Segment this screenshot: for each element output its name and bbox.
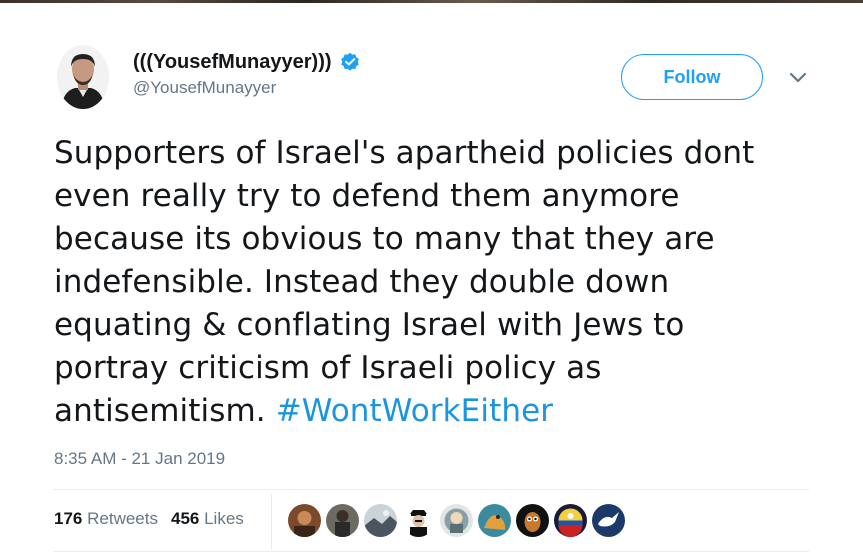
liker-avatar[interactable] — [478, 504, 511, 537]
tweet-text-line: because its obvious to many that they ar… — [54, 221, 715, 257]
tweet-text-line: portray criticism of Israeli policy as — [54, 350, 602, 386]
tweet-text-line: Supporters of Israel's apartheid policie… — [54, 135, 755, 171]
tweet-text: Supporters of Israel's apartheid policie… — [54, 132, 844, 433]
follow-button[interactable]: Follow — [621, 54, 763, 100]
verified-badge-icon — [340, 52, 360, 72]
display-name-text: (((YousefMunayyer))) — [133, 51, 332, 73]
liker-avatar[interactable] — [592, 504, 625, 537]
likes-count: 456 — [170, 509, 200, 528]
hashtag-link[interactable]: #WontWorkEither — [276, 393, 553, 429]
liker-avatar[interactable] — [364, 504, 397, 537]
likes-stat[interactable]: 456 Likes — [171, 509, 244, 529]
liker-avatar[interactable] — [326, 504, 359, 537]
retweets-label: Retweets — [87, 509, 158, 528]
divider — [54, 489, 809, 490]
tweet-text-line: indefensible. Instead they double down — [54, 264, 670, 300]
tweet-text-line-end: antisemitism. — [54, 393, 266, 429]
liker-avatar[interactable] — [288, 504, 321, 537]
top-image-strip — [0, 0, 863, 3]
tweet-text-line: even really try to defend them anymore — [54, 178, 680, 214]
author-avatar[interactable] — [57, 45, 109, 109]
liker-avatars — [288, 504, 625, 537]
liker-avatar[interactable] — [402, 504, 435, 537]
divider — [271, 494, 272, 550]
author-display-name[interactable]: (((YousefMunayyer))) — [133, 50, 360, 74]
tweet-stats: 176 Retweets 456 Likes — [54, 509, 244, 529]
tweet-text-last-line: antisemitism. #WontWorkEither — [54, 390, 844, 433]
retweets-count: 176 — [54, 509, 83, 528]
likes-label: Likes — [204, 509, 244, 528]
author-handle[interactable]: @YousefMunayyer — [133, 77, 360, 99]
liker-avatar[interactable] — [516, 504, 549, 537]
retweets-stat[interactable]: 176 Retweets — [54, 509, 158, 529]
author-block[interactable]: (((YousefMunayyer))) @YousefMunayyer — [133, 50, 360, 99]
divider — [54, 551, 809, 552]
chevron-down-icon[interactable] — [789, 70, 807, 84]
liker-avatar[interactable] — [554, 504, 587, 537]
tweet-text-line: equating & conflating Israel with Jews t… — [54, 307, 685, 343]
tweet-timestamp[interactable]: 8:35 AM - 21 Jan 2019 — [54, 449, 225, 469]
liker-avatar[interactable] — [440, 504, 473, 537]
